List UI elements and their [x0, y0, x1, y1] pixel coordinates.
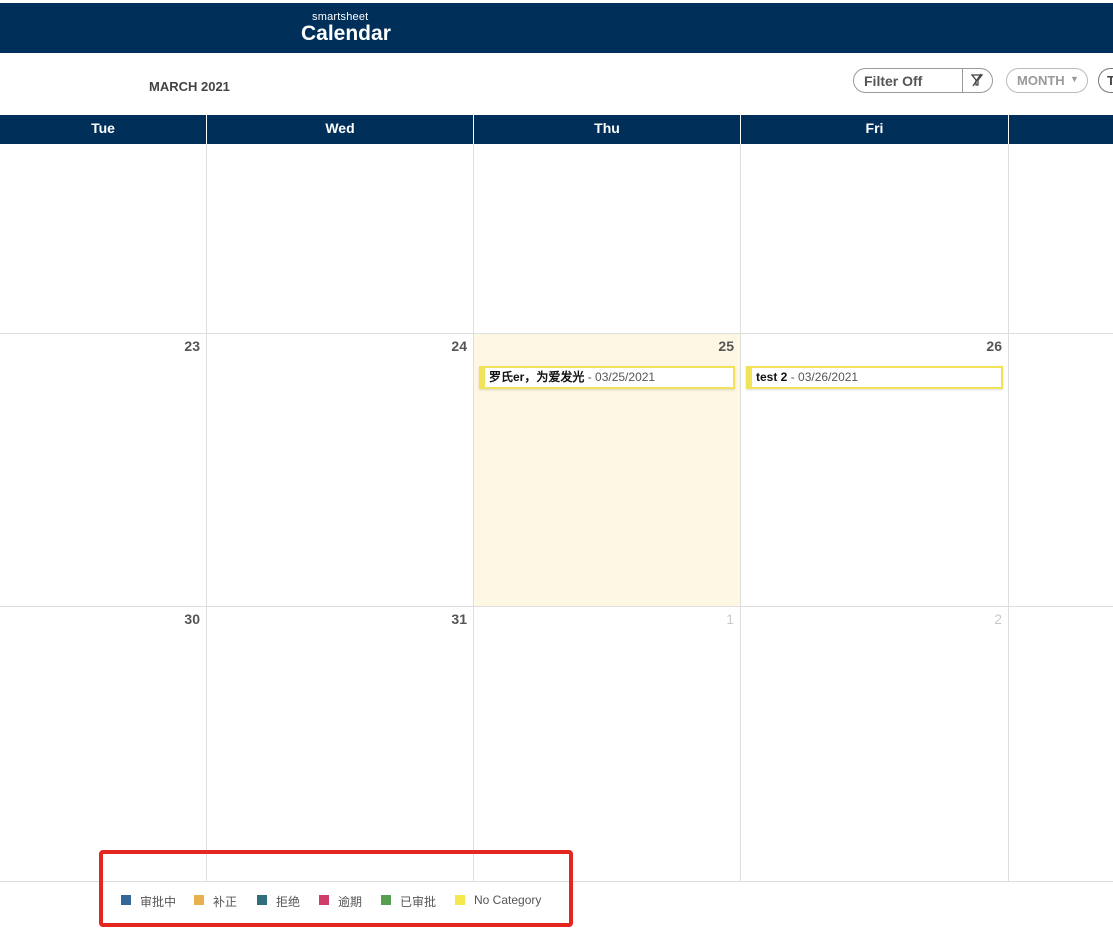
legend-swatch	[121, 895, 131, 905]
day-cell[interactable]	[207, 144, 473, 333]
legend-label: 逾期	[338, 895, 363, 909]
day-number-adjacent-month: 2	[994, 611, 1002, 627]
today-button[interactable]: T	[1098, 68, 1113, 93]
legend-label: 审批中	[140, 895, 177, 909]
view-selector-label: MONTH	[1017, 73, 1065, 88]
grid-row-divider	[0, 606, 1113, 607]
filter-toggle[interactable]: Filter Off	[853, 68, 993, 93]
filter-off-icon[interactable]	[970, 73, 984, 90]
legend-label: 已审批	[400, 895, 437, 909]
grid-row-divider	[0, 333, 1113, 334]
event-separator: -	[787, 370, 799, 384]
day-cell[interactable]	[474, 144, 740, 333]
weekday-divider	[1008, 115, 1009, 144]
day-number-adjacent-month: 1	[726, 611, 734, 627]
weekday-fri: Fri	[865, 120, 884, 136]
legend-swatch	[194, 895, 204, 905]
event-title: test 2	[756, 370, 788, 384]
app-title: Calendar	[301, 22, 391, 45]
filter-divider	[962, 69, 963, 92]
today-button-label: T	[1107, 73, 1113, 88]
day-number: 30	[184, 611, 200, 627]
day-number: 24	[451, 338, 467, 354]
view-selector-dropdown[interactable]: MONTH ▼	[1006, 68, 1088, 93]
day-number: 23	[184, 338, 200, 354]
event-date: 03/25/2021	[595, 370, 656, 384]
weekday-wed: Wed	[325, 120, 355, 136]
day-cell[interactable]	[0, 144, 206, 333]
legend-label: 补正	[213, 895, 238, 909]
legend-swatch	[319, 895, 329, 905]
legend-swatch	[381, 895, 391, 905]
caret-down-icon: ▼	[1070, 74, 1079, 84]
calendar-event[interactable]: test 2 - 03/26/2021	[746, 366, 1003, 389]
legend-highlight-frame	[99, 850, 573, 927]
event-date: 03/26/2021	[798, 370, 859, 384]
day-number: 26	[986, 338, 1002, 354]
legend-swatch	[257, 895, 267, 905]
legend-swatch	[455, 895, 465, 905]
filter-label: Filter Off	[864, 73, 923, 89]
weekday-header: Tue Wed Thu Fri	[0, 115, 1113, 144]
calendar-event[interactable]: 罗氏er，为爱发光 - 03/25/2021	[479, 366, 735, 389]
day-number: 25	[718, 338, 734, 354]
app-header: smartsheet Calendar	[0, 3, 1113, 53]
day-cell[interactable]	[741, 144, 1008, 333]
legend-label: 拒绝	[276, 895, 301, 909]
event-separator: -	[584, 370, 596, 384]
legend-label: No Category	[474, 893, 542, 907]
current-month-label: MARCH 2021	[149, 79, 230, 94]
event-title: 罗氏er，为爱发光	[489, 370, 585, 384]
day-number: 31	[451, 611, 467, 627]
grid-column-divider	[1008, 144, 1009, 881]
weekday-thu: Thu	[594, 120, 620, 136]
weekday-tue: Tue	[91, 120, 115, 136]
